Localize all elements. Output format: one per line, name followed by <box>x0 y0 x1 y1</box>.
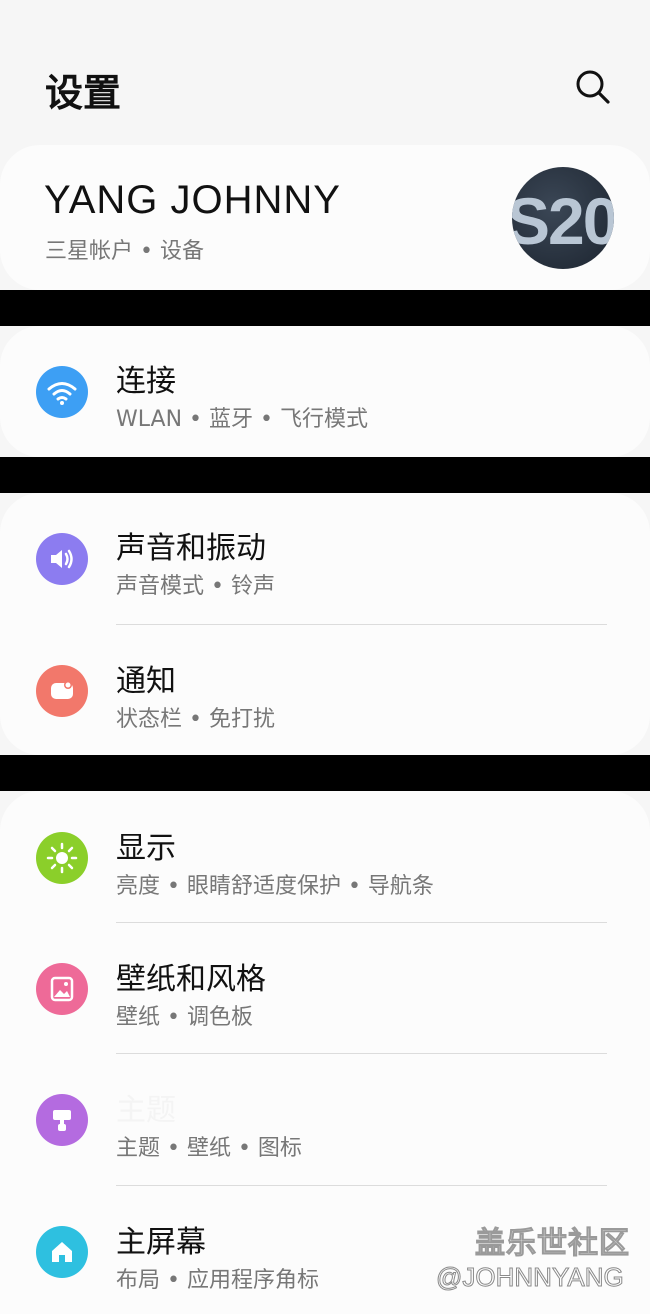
settings-item-title: 声音和振动 <box>116 531 266 566</box>
settings-item-title: 主题 <box>116 1093 176 1128</box>
settings-item-title: 连接 <box>116 364 176 399</box>
settings-item-sound[interactable]: 声音和振动 声音模式 • 铃声 <box>0 493 650 623</box>
settings-item-title: 主屏幕 <box>116 1225 206 1260</box>
search-icon <box>576 70 610 104</box>
settings-item-display[interactable]: 显示 亮度 • 眼睛舒适度保护 • 导航条 <box>0 791 650 921</box>
watermark-community: 盖乐世社区 <box>475 1226 630 1262</box>
home-icon <box>36 1226 88 1278</box>
settings-item-title: 通知 <box>116 664 176 699</box>
settings-item-connections[interactable]: 连接 WLAN • 蓝牙 • 飞行模式 <box>0 326 650 456</box>
settings-item-notifications[interactable]: 通知 状态栏 • 免打扰 <box>0 624 650 754</box>
wifi-icon <box>36 366 88 418</box>
divider-band <box>0 457 650 493</box>
settings-item-subtitle: WLAN • 蓝牙 • 飞行模式 <box>116 407 368 432</box>
header: 设置 <box>0 0 650 145</box>
divider-band <box>0 755 650 791</box>
volume-icon <box>36 533 88 585</box>
settings-item-wallpaper[interactable]: 壁纸和风格 壁纸 • 调色板 <box>0 922 650 1052</box>
avatar-text: S20 <box>512 184 614 258</box>
settings-item-title: 显示 <box>116 831 176 866</box>
avatar[interactable]: S20 <box>512 167 614 269</box>
settings-item-themes[interactable]: 主题 主题 • 壁纸 • 图标 <box>0 1053 650 1183</box>
wallpaper-icon <box>36 963 88 1015</box>
search-button[interactable] <box>570 64 614 108</box>
watermark-username: @JOHNNYANG <box>436 1262 625 1293</box>
divider-band <box>0 290 650 326</box>
settings-item-subtitle: 声音模式 • 铃声 <box>116 574 275 599</box>
settings-item-subtitle: 亮度 • 眼睛舒适度保护 • 导航条 <box>116 874 434 899</box>
settings-item-subtitle: 布局 • 应用程序角标 <box>116 1268 319 1293</box>
brightness-icon <box>36 832 88 884</box>
settings-item-subtitle: 壁纸 • 调色板 <box>116 1005 253 1030</box>
theme-brush-icon <box>36 1094 88 1146</box>
page-title: 设置 <box>45 71 122 115</box>
account-subtitle: 三星帐户 • 设备 <box>45 239 204 264</box>
settings-item-subtitle: 主题 • 壁纸 • 图标 <box>116 1136 302 1161</box>
settings-item-subtitle: 状态栏 • 免打扰 <box>116 707 275 732</box>
settings-item-title: 壁纸和风格 <box>116 962 266 997</box>
notification-icon <box>36 665 88 717</box>
account-name: YANG JOHNNY <box>44 178 341 222</box>
